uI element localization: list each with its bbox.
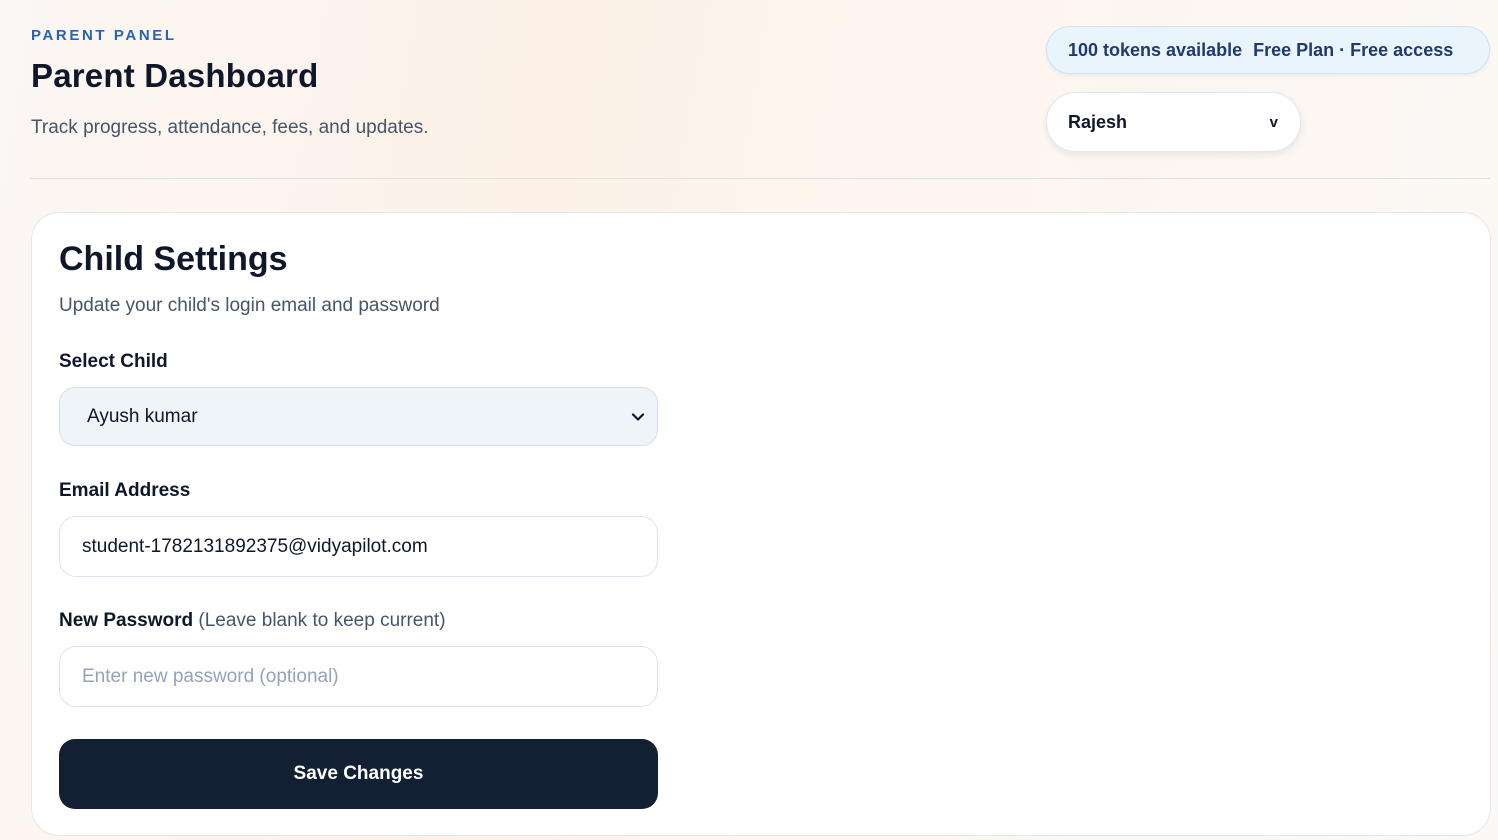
panel-kicker: PARENT PANEL xyxy=(31,27,177,44)
card-title: Child Settings xyxy=(59,240,288,278)
page-header: PARENT PANEL Parent Dashboard Track prog… xyxy=(0,0,1498,180)
dropdown-chevron: v xyxy=(1269,113,1278,131)
password-placeholder: Enter new password (optional) xyxy=(82,665,339,687)
email-label: Email Address xyxy=(59,480,191,501)
user-name: Rajesh xyxy=(1068,111,1128,132)
chevron-down-icon xyxy=(631,412,645,422)
save-changes-button[interactable]: Save Changes xyxy=(59,739,658,809)
plan-text: Free Plan · Free access xyxy=(1253,39,1454,60)
tokens-available-text: 100 tokens available xyxy=(1068,39,1243,60)
password-hint: (Leave blank to keep current) xyxy=(198,610,446,631)
card-subtitle: Update your child's login email and pass… xyxy=(59,295,440,316)
new-password-field[interactable]: Enter new password (optional) xyxy=(59,646,658,707)
select-child-dropdown[interactable]: Ayush kumar xyxy=(59,387,658,446)
user-account-dropdown[interactable]: Rajesh v xyxy=(1046,92,1301,152)
selected-child-value: Ayush kumar xyxy=(87,405,198,427)
password-label: New Password (Leave blank to keep curren… xyxy=(59,610,446,632)
header-divider xyxy=(30,178,1490,179)
page-subtitle: Track progress, attendance, fees, and up… xyxy=(31,117,429,138)
select-child-label: Select Child xyxy=(59,351,168,372)
token-plan-badge: 100 tokens available Free Plan · Free ac… xyxy=(1046,26,1490,74)
page-title: Parent Dashboard xyxy=(31,57,319,94)
password-label-text: New Password xyxy=(59,610,194,631)
email-field[interactable]: student-1782131892375@vidyapilot.com xyxy=(59,516,658,577)
child-settings-card: Child Settings Update your child's login… xyxy=(31,212,1491,836)
email-value: student-1782131892375@vidyapilot.com xyxy=(82,535,428,557)
